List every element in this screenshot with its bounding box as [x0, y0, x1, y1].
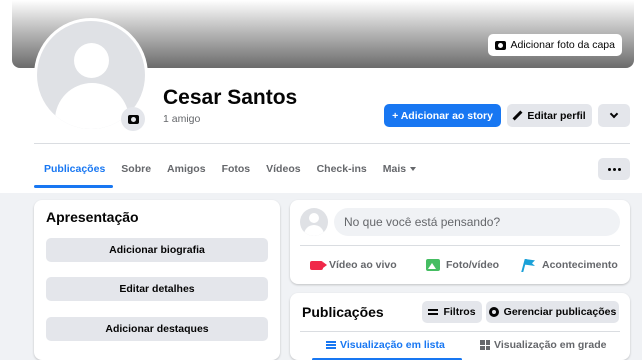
profile-more-button[interactable] [598, 104, 630, 127]
photo-icon [426, 259, 440, 271]
tab-sobre[interactable]: Sobre [113, 153, 159, 185]
list-view-tab[interactable]: Visualização em lista [312, 335, 462, 360]
list-icon [326, 341, 336, 349]
gear-icon [488, 307, 499, 317]
life-event-label: Acontecimento [542, 259, 618, 271]
tab-mais[interactable]: Mais [375, 153, 424, 185]
caret-down-icon [410, 167, 417, 171]
camera-icon [494, 40, 506, 50]
friends-count[interactable]: 1 amigo [163, 113, 200, 125]
edit-profile-label: Editar perfil [527, 109, 586, 122]
pencil-icon [513, 111, 522, 120]
add-highlights-button[interactable]: Adicionar destaques [46, 317, 268, 341]
update-avatar-button[interactable] [121, 107, 145, 131]
posts-title: Publicações [302, 304, 384, 320]
edit-details-button[interactable]: Editar detalhes [46, 277, 268, 301]
filters-button[interactable]: Filtros [422, 301, 482, 323]
manage-posts-label: Gerenciar publicações [503, 306, 617, 318]
grid-view-tab[interactable]: Visualização em grade [480, 335, 606, 355]
tab-amigos[interactable]: Amigos [159, 153, 214, 185]
live-video-icon [310, 260, 327, 270]
header-divider [34, 143, 630, 144]
filter-icon [428, 308, 439, 316]
tab-videos[interactable]: Vídeos [258, 153, 308, 185]
live-video-label: Vídeo ao vivo [329, 259, 397, 271]
profile-tabs: Publicações Sobre Amigos Fotos Vídeos Ch… [34, 153, 424, 188]
add-cover-photo-button[interactable]: Adicionar foto da capa [487, 34, 622, 56]
flag-icon [522, 259, 536, 271]
post-input[interactable]: No que você está pensando? [334, 208, 620, 236]
live-video-button[interactable]: Vídeo ao vivo [310, 252, 397, 278]
photo-video-label: Foto/vídeo [446, 259, 500, 271]
grid-icon [480, 340, 490, 350]
grid-view-label: Visualização em grade [494, 339, 607, 351]
list-view-label: Visualização em lista [340, 339, 445, 351]
add-cover-photo-label: Adicionar foto da capa [510, 39, 616, 51]
life-event-button[interactable]: Acontecimento [522, 252, 618, 278]
chevron-down-icon [609, 109, 619, 119]
edit-profile-button[interactable]: Editar perfil [507, 104, 592, 127]
tabs-more-button[interactable] [598, 158, 630, 180]
tab-fotos[interactable]: Fotos [214, 153, 259, 185]
add-to-story-button[interactable]: + Adicionar ao story [384, 104, 501, 127]
post-composer: No que você está pensando? Vídeo ao vivo… [290, 200, 630, 284]
tab-checkins[interactable]: Check-ins [309, 153, 375, 185]
add-bio-button[interactable]: Adicionar biografia [46, 238, 268, 262]
composer-avatar [300, 208, 328, 236]
camera-icon [127, 114, 139, 124]
intro-card: Apresentação Adicionar biografia Editar … [34, 200, 280, 360]
tab-publicacoes[interactable]: Publicações [34, 153, 114, 188]
photo-video-button[interactable]: Foto/vídeo [426, 252, 499, 278]
composer-divider [300, 245, 620, 246]
filters-label: Filtros [443, 306, 476, 318]
posts-card: Publicações Filtros Gerenciar publicaçõe… [290, 293, 630, 360]
posts-divider [300, 331, 620, 332]
manage-posts-button[interactable]: Gerenciar publicações [486, 301, 619, 323]
intro-title: Apresentação [46, 209, 139, 225]
profile-name: Cesar Santos [163, 86, 298, 109]
